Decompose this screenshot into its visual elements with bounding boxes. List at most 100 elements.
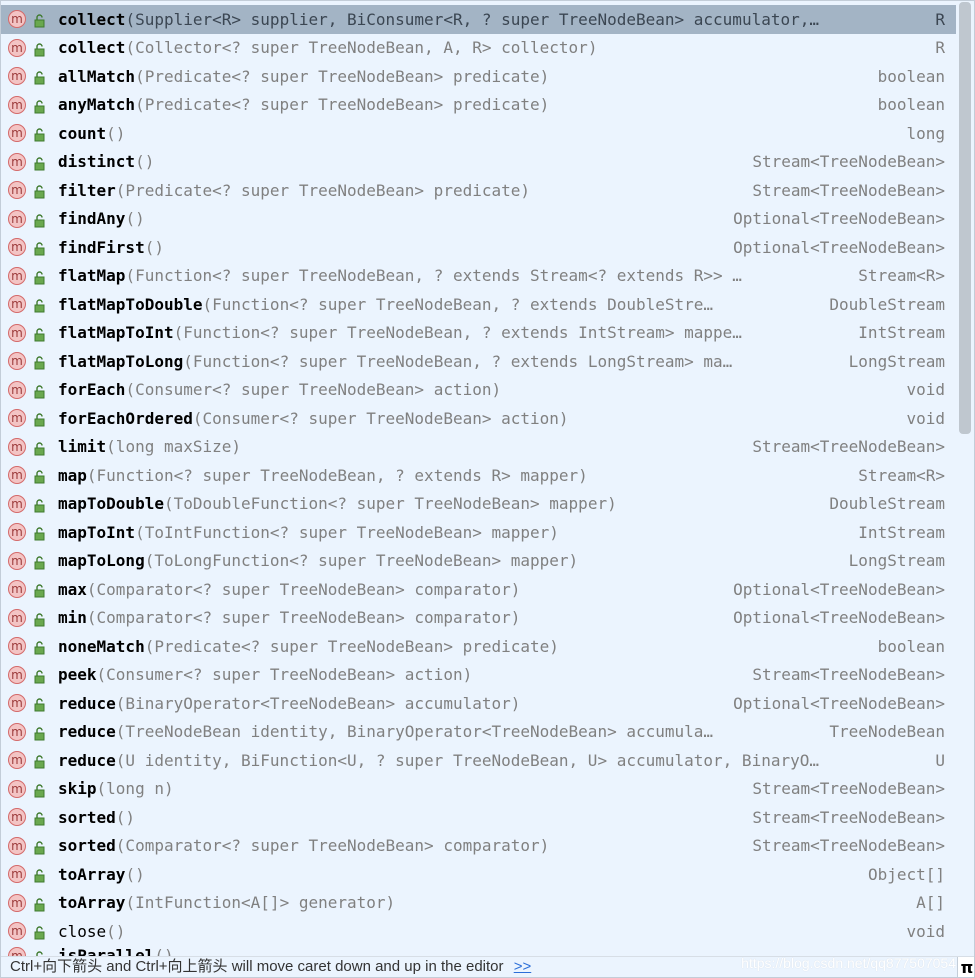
method-name-text: min xyxy=(58,608,87,628)
method-name-text: sorted xyxy=(58,807,116,827)
completion-item-filter[interactable]: m filter(Predicate<? super TreeNodeBean> … xyxy=(1,176,956,205)
return-type: Optional<TreeNodeBean> xyxy=(729,579,945,599)
method-name: filter(Predicate<? super TreeNodeBean> p… xyxy=(58,181,530,200)
public-lock-icon xyxy=(33,897,47,912)
completion-item-sorted[interactable]: m sorted(Comparator<? super TreeNodeBean>… xyxy=(1,832,956,861)
completion-item-collect[interactable]: m collect(Supplier<R> supplier, BiConsume… xyxy=(1,5,956,34)
method-name: count() xyxy=(58,124,125,143)
pi-button[interactable]: π xyxy=(957,957,974,977)
method-params: (BinaryOperator<TreeNodeBean> accumulato… xyxy=(115,693,521,713)
method-icon: m xyxy=(8,551,26,570)
completion-item-flatmap[interactable]: m flatMap(Function<? super TreeNodeBean, … xyxy=(1,262,956,291)
scrollbar[interactable] xyxy=(956,1,974,959)
method-icon: m xyxy=(8,10,26,29)
method-name-text: findFirst xyxy=(58,237,145,257)
method-icon: m xyxy=(8,665,26,684)
scrollbar-thumb[interactable] xyxy=(959,2,971,434)
method-icon: m xyxy=(8,238,26,257)
completion-item-limit[interactable]: m limit(long maxSize) Stream<TreeNodeBean> xyxy=(1,433,956,462)
completion-item-reduce[interactable]: m reduce(U identity, BiFunction<U, ? supe… xyxy=(1,746,956,775)
completion-item-reduce[interactable]: m reduce(TreeNodeBean identity, BinaryOpe… xyxy=(1,718,956,747)
completion-item-toarray[interactable]: m toArray() Object[] xyxy=(1,860,956,889)
completion-item-sorted[interactable]: m sorted() Stream<TreeNodeBean> xyxy=(1,803,956,832)
method-icon: m xyxy=(8,922,26,941)
completion-item-findfirst[interactable]: m findFirst() Optional<TreeNodeBean> xyxy=(1,233,956,262)
method-name: allMatch(Predicate<? super TreeNodeBean>… xyxy=(58,67,549,86)
method-name-text: collect xyxy=(58,9,126,29)
public-lock-icon xyxy=(33,213,47,228)
completion-item-close[interactable]: m close() void xyxy=(1,917,956,946)
completion-item-reduce[interactable]: m reduce(BinaryOperator<TreeNodeBean> acc… xyxy=(1,689,956,718)
method-params: (Predicate<? super TreeNodeBean> predica… xyxy=(135,66,550,86)
completion-item-allmatch[interactable]: m allMatch(Predicate<? super TreeNodeBean… xyxy=(1,62,956,91)
method-name-text: mapToInt xyxy=(58,522,136,542)
method-name-text: peek xyxy=(58,665,97,685)
method-icon: m xyxy=(8,38,26,57)
return-type: LongStream xyxy=(844,551,945,571)
return-type: Stream<TreeNodeBean> xyxy=(748,152,945,172)
completion-item-nonematch[interactable]: m noneMatch(Predicate<? super TreeNodeBea… xyxy=(1,632,956,661)
method-name: collect(Supplier<R> supplier, BiConsumer… xyxy=(58,10,819,29)
completion-item-maptolong[interactable]: m mapToLong(ToLongFunction<? super TreeNo… xyxy=(1,547,956,576)
method-icon: m xyxy=(8,608,26,627)
completion-item-foreachordered[interactable]: m forEachOrdered(Consumer<? super TreeNod… xyxy=(1,404,956,433)
method-params: (ToDoubleFunction<? super TreeNodeBean> … xyxy=(163,494,617,514)
method-params: () xyxy=(106,123,126,143)
return-type: Stream<TreeNodeBean> xyxy=(748,437,945,457)
completion-item-flatmaptolong[interactable]: m flatMapToLong(Function<? super TreeNode… xyxy=(1,347,956,376)
method-icon: m xyxy=(8,437,26,456)
public-lock-icon xyxy=(33,498,47,513)
completion-item-skip[interactable]: m skip(long n) Stream<TreeNodeBean> xyxy=(1,775,956,804)
method-name-text: forEach xyxy=(58,380,126,400)
method-icon: m xyxy=(8,95,26,114)
completion-item-distinct[interactable]: m distinct() Stream<TreeNodeBean> xyxy=(1,148,956,177)
return-type: Stream<TreeNodeBean> xyxy=(748,779,945,799)
completion-item-peek[interactable]: m peek(Consumer<? super TreeNodeBean> act… xyxy=(1,661,956,690)
method-params: () xyxy=(125,209,145,229)
method-name-text: map xyxy=(58,465,87,485)
method-params: () xyxy=(115,807,136,827)
more-link[interactable]: >> xyxy=(514,958,532,975)
public-lock-icon xyxy=(33,42,47,57)
completion-item-flatmaptoint[interactable]: m flatMapToInt(Function<? super TreeNodeB… xyxy=(1,319,956,348)
completion-item-count[interactable]: m count() long xyxy=(1,119,956,148)
return-type: DoubleStream xyxy=(825,294,945,314)
method-icon: m xyxy=(8,124,26,143)
completion-item-max[interactable]: m max(Comparator<? super TreeNodeBean> co… xyxy=(1,575,956,604)
method-params: (ToIntFunction<? super TreeNodeBean> map… xyxy=(135,522,559,542)
public-lock-icon xyxy=(33,355,47,370)
completion-item-map[interactable]: m map(Function<? super TreeNodeBean, ? ex… xyxy=(1,461,956,490)
method-params: (Comparator<? super TreeNodeBean> compar… xyxy=(115,836,550,856)
completion-item-anymatch[interactable]: m anyMatch(Predicate<? super TreeNodeBean… xyxy=(1,91,956,120)
method-params: (Function<? super TreeNodeBean, ? extend… xyxy=(173,323,742,343)
return-type: IntStream xyxy=(854,323,945,343)
method-params: (ToLongFunction<? super TreeNodeBean> ma… xyxy=(144,551,579,571)
completion-item-toarray[interactable]: m toArray(IntFunction<A[]> generator) A[] xyxy=(1,889,956,918)
completion-item-maptodouble[interactable]: m mapToDouble(ToDoubleFunction<? super Tr… xyxy=(1,490,956,519)
return-type: Stream<TreeNodeBean> xyxy=(748,180,945,200)
return-type: Stream<TreeNodeBean> xyxy=(748,836,945,856)
method-name-text: limit xyxy=(58,437,107,457)
method-params: (Comparator<? super TreeNodeBean> compar… xyxy=(86,608,521,628)
method-name: skip(long n) xyxy=(58,779,174,798)
method-name: close() xyxy=(58,922,125,941)
completion-item-collect[interactable]: m collect(Collector<? super TreeNodeBean,… xyxy=(1,34,956,63)
public-lock-icon xyxy=(33,184,47,199)
return-type: Optional<TreeNodeBean> xyxy=(729,693,945,713)
public-lock-icon xyxy=(33,156,47,171)
public-lock-icon xyxy=(33,298,47,313)
method-name-text: sorted xyxy=(58,836,116,856)
method-icon: m xyxy=(8,352,26,371)
method-icon: m xyxy=(8,751,26,770)
completion-item-flatmaptodouble[interactable]: m flatMapToDouble(Function<? super TreeNo… xyxy=(1,290,956,319)
public-lock-icon xyxy=(33,697,47,712)
method-name-text: findAny xyxy=(58,209,126,229)
completion-item-min[interactable]: m min(Comparator<? super TreeNodeBean> co… xyxy=(1,604,956,633)
public-lock-icon xyxy=(33,127,47,142)
public-lock-icon xyxy=(33,754,47,769)
method-name: reduce(TreeNodeBean identity, BinaryOper… xyxy=(58,722,713,741)
completion-item-findany[interactable]: m findAny() Optional<TreeNodeBean> xyxy=(1,205,956,234)
completion-item-foreach[interactable]: m forEach(Consumer<? super TreeNodeBean> … xyxy=(1,376,956,405)
method-name: flatMapToInt(Function<? super TreeNodeBe… xyxy=(58,323,742,342)
completion-item-maptoint[interactable]: m mapToInt(ToIntFunction<? super TreeNode… xyxy=(1,518,956,547)
